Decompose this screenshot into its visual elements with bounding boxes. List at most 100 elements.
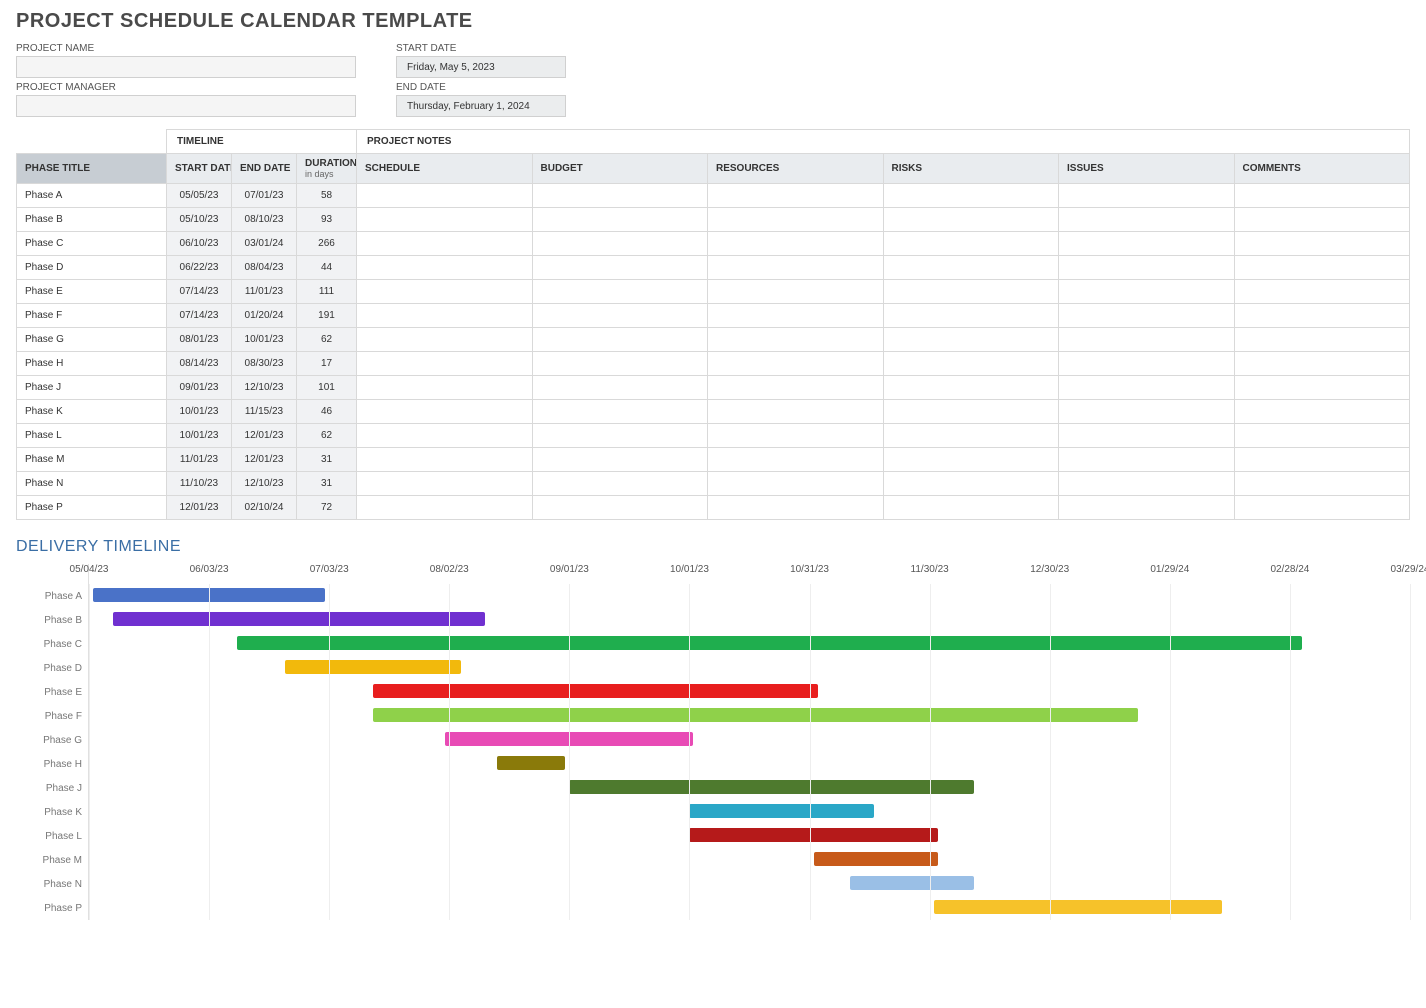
- cell-budget[interactable]: [532, 496, 708, 520]
- cell-end[interactable]: 03/01/24: [232, 232, 297, 256]
- cell-duration[interactable]: 17: [297, 352, 357, 376]
- cell-schedule[interactable]: [357, 376, 533, 400]
- cell-start[interactable]: 07/14/23: [167, 280, 232, 304]
- cell-comments[interactable]: [1234, 352, 1410, 376]
- table-row[interactable]: Phase C06/10/2303/01/24266: [17, 232, 1410, 256]
- cell-risks[interactable]: [883, 496, 1059, 520]
- table-row[interactable]: Phase H08/14/2308/30/2317: [17, 352, 1410, 376]
- cell-schedule[interactable]: [357, 280, 533, 304]
- table-row[interactable]: Phase M11/01/2312/01/2331: [17, 448, 1410, 472]
- cell-comments[interactable]: [1234, 256, 1410, 280]
- cell-phase[interactable]: Phase D: [17, 256, 167, 280]
- cell-end[interactable]: 08/04/23: [232, 256, 297, 280]
- cell-phase[interactable]: Phase E: [17, 280, 167, 304]
- cell-issues[interactable]: [1059, 328, 1235, 352]
- cell-comments[interactable]: [1234, 400, 1410, 424]
- cell-schedule[interactable]: [357, 208, 533, 232]
- cell-duration[interactable]: 31: [297, 472, 357, 496]
- cell-issues[interactable]: [1059, 352, 1235, 376]
- cell-comments[interactable]: [1234, 280, 1410, 304]
- cell-schedule[interactable]: [357, 256, 533, 280]
- cell-end[interactable]: 11/15/23: [232, 400, 297, 424]
- project-manager-input[interactable]: [16, 95, 356, 117]
- table-row[interactable]: Phase E07/14/2311/01/23111: [17, 280, 1410, 304]
- cell-issues[interactable]: [1059, 208, 1235, 232]
- cell-comments[interactable]: [1234, 496, 1410, 520]
- table-row[interactable]: Phase P12/01/2302/10/2472: [17, 496, 1410, 520]
- cell-resources[interactable]: [708, 424, 884, 448]
- project-name-input[interactable]: [16, 56, 356, 78]
- cell-resources[interactable]: [708, 496, 884, 520]
- cell-start[interactable]: 09/01/23: [167, 376, 232, 400]
- cell-start[interactable]: 10/01/23: [167, 424, 232, 448]
- table-row[interactable]: Phase D06/22/2308/04/2344: [17, 256, 1410, 280]
- cell-budget[interactable]: [532, 280, 708, 304]
- cell-issues[interactable]: [1059, 280, 1235, 304]
- cell-start[interactable]: 08/01/23: [167, 328, 232, 352]
- cell-budget[interactable]: [532, 304, 708, 328]
- cell-start[interactable]: 05/10/23: [167, 208, 232, 232]
- table-row[interactable]: Phase L10/01/2312/01/2362: [17, 424, 1410, 448]
- cell-issues[interactable]: [1059, 448, 1235, 472]
- cell-phase[interactable]: Phase J: [17, 376, 167, 400]
- cell-phase[interactable]: Phase G: [17, 328, 167, 352]
- cell-comments[interactable]: [1234, 232, 1410, 256]
- cell-phase[interactable]: Phase F: [17, 304, 167, 328]
- cell-end[interactable]: 12/01/23: [232, 448, 297, 472]
- cell-issues[interactable]: [1059, 256, 1235, 280]
- cell-risks[interactable]: [883, 448, 1059, 472]
- cell-resources[interactable]: [708, 184, 884, 208]
- cell-phase[interactable]: Phase A: [17, 184, 167, 208]
- cell-issues[interactable]: [1059, 496, 1235, 520]
- cell-risks[interactable]: [883, 232, 1059, 256]
- cell-schedule[interactable]: [357, 400, 533, 424]
- table-row[interactable]: Phase F07/14/2301/20/24191: [17, 304, 1410, 328]
- cell-start[interactable]: 11/01/23: [167, 448, 232, 472]
- cell-resources[interactable]: [708, 328, 884, 352]
- cell-resources[interactable]: [708, 232, 884, 256]
- cell-schedule[interactable]: [357, 232, 533, 256]
- cell-budget[interactable]: [532, 376, 708, 400]
- cell-phase[interactable]: Phase L: [17, 424, 167, 448]
- cell-risks[interactable]: [883, 328, 1059, 352]
- cell-duration[interactable]: 31: [297, 448, 357, 472]
- cell-duration[interactable]: 266: [297, 232, 357, 256]
- cell-phase[interactable]: Phase P: [17, 496, 167, 520]
- cell-risks[interactable]: [883, 424, 1059, 448]
- cell-duration[interactable]: 44: [297, 256, 357, 280]
- cell-risks[interactable]: [883, 400, 1059, 424]
- cell-schedule[interactable]: [357, 352, 533, 376]
- cell-schedule[interactable]: [357, 328, 533, 352]
- cell-phase[interactable]: Phase H: [17, 352, 167, 376]
- cell-budget[interactable]: [532, 184, 708, 208]
- cell-comments[interactable]: [1234, 376, 1410, 400]
- cell-start[interactable]: 10/01/23: [167, 400, 232, 424]
- cell-end[interactable]: 12/10/23: [232, 376, 297, 400]
- cell-duration[interactable]: 111: [297, 280, 357, 304]
- cell-end[interactable]: 02/10/24: [232, 496, 297, 520]
- cell-end[interactable]: 11/01/23: [232, 280, 297, 304]
- cell-schedule[interactable]: [357, 472, 533, 496]
- cell-risks[interactable]: [883, 472, 1059, 496]
- cell-budget[interactable]: [532, 448, 708, 472]
- cell-phase[interactable]: Phase B: [17, 208, 167, 232]
- cell-resources[interactable]: [708, 400, 884, 424]
- cell-budget[interactable]: [532, 472, 708, 496]
- cell-issues[interactable]: [1059, 184, 1235, 208]
- cell-comments[interactable]: [1234, 208, 1410, 232]
- cell-resources[interactable]: [708, 256, 884, 280]
- cell-start[interactable]: 06/22/23: [167, 256, 232, 280]
- cell-issues[interactable]: [1059, 376, 1235, 400]
- cell-start[interactable]: 07/14/23: [167, 304, 232, 328]
- cell-budget[interactable]: [532, 208, 708, 232]
- cell-end[interactable]: 12/10/23: [232, 472, 297, 496]
- cell-comments[interactable]: [1234, 184, 1410, 208]
- cell-end[interactable]: 01/20/24: [232, 304, 297, 328]
- cell-schedule[interactable]: [357, 496, 533, 520]
- cell-schedule[interactable]: [357, 424, 533, 448]
- cell-budget[interactable]: [532, 232, 708, 256]
- cell-risks[interactable]: [883, 208, 1059, 232]
- cell-end[interactable]: 08/10/23: [232, 208, 297, 232]
- cell-duration[interactable]: 93: [297, 208, 357, 232]
- cell-budget[interactable]: [532, 424, 708, 448]
